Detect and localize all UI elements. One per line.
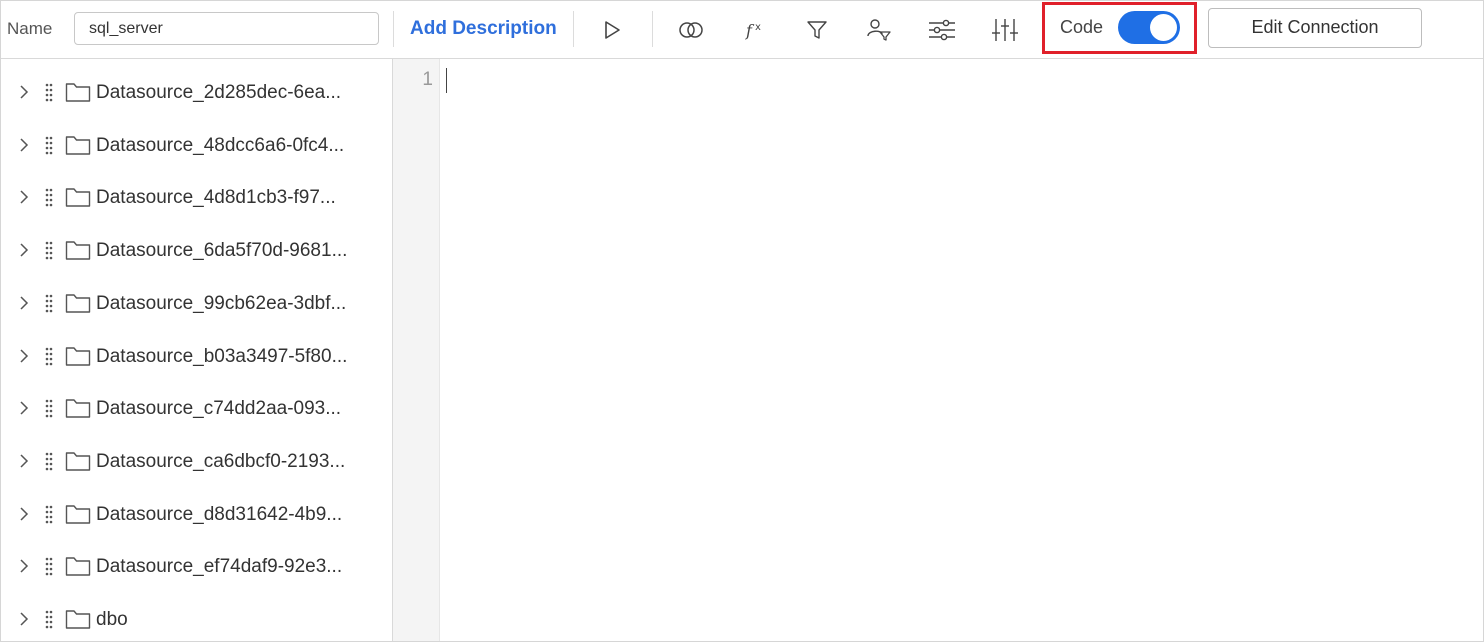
tree-item[interactable]: Datasource_ef74daf9-92e3...	[1, 546, 392, 586]
tree-item-label: Datasource_4d8d1cb3-f97...	[96, 187, 336, 208]
name-label: Name	[7, 19, 53, 38]
tree-item[interactable]: Datasource_d8d31642-4b9...	[1, 494, 392, 534]
drag-handle-icon[interactable]	[44, 451, 54, 471]
toolbar: Name Add Description f x	[1, 1, 1483, 59]
tree-item[interactable]: Datasource_4d8d1cb3-f97...	[1, 177, 392, 217]
filter-button[interactable]	[799, 13, 835, 47]
sliders-button[interactable]	[924, 13, 960, 47]
drag-handle-icon[interactable]	[44, 346, 54, 366]
chevron-right-icon[interactable]	[17, 347, 31, 365]
chevron-right-icon[interactable]	[17, 557, 31, 575]
chevron-right-icon[interactable]	[17, 610, 31, 628]
edit-connection-button[interactable]: Edit Connection	[1208, 8, 1422, 48]
folder-icon	[65, 188, 91, 207]
folder-icon	[65, 83, 91, 102]
column-settings-button[interactable]	[987, 13, 1023, 47]
filter-icon	[807, 21, 827, 39]
tree-item[interactable]: Datasource_c74dd2aa-093...	[1, 388, 392, 428]
drag-handle-icon[interactable]	[44, 240, 54, 260]
app-window: Name Add Description f x	[0, 0, 1484, 642]
user-filter-icon	[867, 19, 891, 41]
name-input[interactable]	[74, 12, 379, 45]
svg-text:f: f	[745, 21, 755, 40]
folder-icon	[65, 294, 91, 313]
drag-handle-icon[interactable]	[44, 82, 54, 102]
tree-item-label: Datasource_ef74daf9-92e3...	[96, 556, 343, 577]
drag-handle-icon[interactable]	[44, 556, 54, 576]
run-icon	[605, 21, 620, 39]
folder-icon	[65, 610, 91, 629]
join-icon	[679, 22, 703, 38]
toggle-knob	[1150, 14, 1177, 41]
chevron-right-icon[interactable]	[17, 399, 31, 417]
drag-handle-icon[interactable]	[44, 293, 54, 313]
chevron-right-icon[interactable]	[17, 505, 31, 523]
tree-item[interactable]: dbo	[1, 599, 392, 639]
chevron-right-icon[interactable]	[17, 83, 31, 101]
folder-icon	[65, 452, 91, 471]
tree-item-label: Datasource_2d285dec-6ea...	[96, 82, 342, 103]
code-toggle[interactable]	[1118, 11, 1180, 44]
user-filter-button[interactable]	[861, 13, 897, 47]
add-description-link[interactable]: Add Description	[410, 18, 557, 40]
chevron-right-icon[interactable]	[17, 136, 31, 154]
code-editor[interactable]	[440, 59, 1482, 641]
tree-item[interactable]: Datasource_99cb62ea-3dbf...	[1, 283, 392, 323]
drag-handle-icon[interactable]	[44, 187, 54, 207]
function-button[interactable]: f x	[737, 13, 773, 47]
tree-item[interactable]: Datasource_48dcc6a6-0fc4...	[1, 125, 392, 165]
folder-icon	[65, 505, 91, 524]
tree-item-label: Datasource_ca6dbcf0-2193...	[96, 451, 346, 472]
tree-item-label: Datasource_48dcc6a6-0fc4...	[96, 135, 345, 156]
tree-item-label: Datasource_c74dd2aa-093...	[96, 398, 342, 419]
join-button[interactable]	[673, 13, 709, 47]
line-number: 1	[422, 69, 433, 90]
datasource-tree: Datasource_2d285dec-6ea... Datasource_48d…	[1, 59, 393, 641]
function-icon: f x	[745, 21, 761, 40]
chevron-right-icon[interactable]	[17, 452, 31, 470]
folder-icon	[65, 557, 91, 576]
tree-item[interactable]: Datasource_b03a3497-5f80...	[1, 336, 392, 376]
folder-icon	[65, 241, 91, 260]
chevron-right-icon[interactable]	[17, 294, 31, 312]
sliders-icon	[929, 19, 955, 41]
drag-handle-icon[interactable]	[44, 504, 54, 524]
code-label: Code	[1060, 17, 1104, 37]
line-number-gutter: 1	[393, 59, 440, 641]
toolbar-divider	[573, 11, 574, 47]
text-caret	[446, 68, 447, 93]
drag-handle-icon[interactable]	[44, 398, 54, 418]
tree-item[interactable]: Datasource_2d285dec-6ea...	[1, 72, 392, 112]
tree-item-label: Datasource_99cb62ea-3dbf...	[96, 293, 347, 314]
svg-text:x: x	[755, 22, 761, 33]
folder-icon	[65, 399, 91, 418]
folder-icon	[65, 136, 91, 155]
tree-item-label: Datasource_d8d31642-4b9...	[96, 504, 343, 525]
tree-item[interactable]: Datasource_ca6dbcf0-2193...	[1, 441, 392, 481]
tree-item[interactable]: Datasource_6da5f70d-9681...	[1, 230, 392, 270]
columns-settings-icon	[992, 19, 1018, 41]
drag-handle-icon[interactable]	[44, 609, 54, 629]
tree-item-label: Datasource_b03a3497-5f80...	[96, 346, 348, 367]
chevron-right-icon[interactable]	[17, 241, 31, 259]
run-button[interactable]	[594, 13, 630, 47]
folder-icon	[65, 347, 91, 366]
drag-handle-icon[interactable]	[44, 135, 54, 155]
tree-item-label: dbo	[96, 609, 128, 630]
toolbar-divider	[393, 11, 394, 47]
chevron-right-icon[interactable]	[17, 188, 31, 206]
tree-item-label: Datasource_6da5f70d-9681...	[96, 240, 348, 261]
toolbar-divider	[652, 11, 653, 47]
